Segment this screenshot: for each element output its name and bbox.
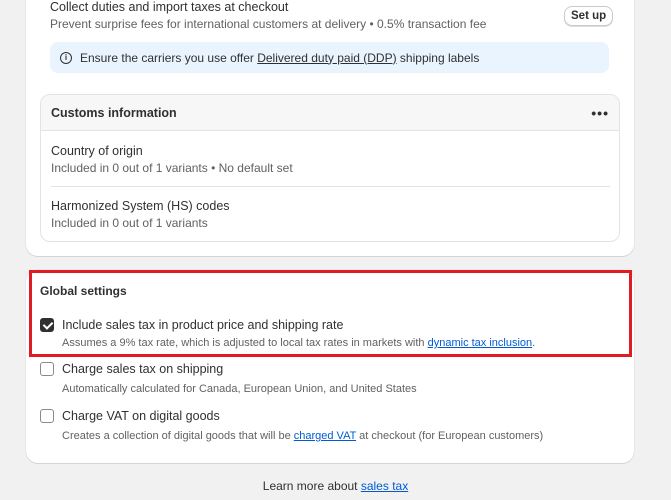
customs-information-card: Customs information ••• Country of origi… <box>40 94 620 242</box>
footer-text: Learn more about <box>262 479 361 493</box>
more-horizontal-icon[interactable]: ••• <box>591 106 609 120</box>
duties-description: Prevent surprise fees for international … <box>50 17 487 31</box>
country-of-origin-title[interactable]: Country of origin <box>51 144 143 158</box>
divider <box>51 186 610 187</box>
include-sales-tax-checkbox[interactable] <box>40 318 54 332</box>
charge-vat-digital-goods-checkbox[interactable] <box>40 409 54 423</box>
include-sales-tax-label[interactable]: Include sales tax in product price and s… <box>62 318 343 332</box>
duties-title: Collect duties and import taxes at check… <box>50 0 289 14</box>
include-sales-tax-help: Assumes a 9% tax rate, which is adjusted… <box>62 337 535 349</box>
ddp-info-banner: i Ensure the carriers you use offer Deli… <box>50 42 609 73</box>
charge-tax-on-shipping-checkbox[interactable] <box>40 362 54 376</box>
banner-text-suffix: shipping labels <box>396 50 480 65</box>
sales-tax-link[interactable]: sales tax <box>361 479 408 493</box>
global-settings-title: Global settings <box>40 284 127 298</box>
setup-button[interactable]: Set up <box>564 6 614 26</box>
learn-more-footer: Learn more about sales tax <box>0 479 671 493</box>
help-text-suffix: . <box>532 337 536 349</box>
banner-text: Ensure the carriers you use offer Delive… <box>80 51 479 65</box>
customs-header: Customs information ••• <box>41 95 619 131</box>
dynamic-tax-inclusion-link[interactable]: dynamic tax inclusion <box>428 337 533 349</box>
ddp-link[interactable]: Delivered duty paid (DDP) <box>257 51 396 65</box>
help-text: Assumes a 9% tax rate, which is adjusted… <box>62 337 428 349</box>
country-of-origin-subtitle: Included in 0 out of 1 variants • No def… <box>51 161 293 175</box>
charge-vat-digital-goods-help: Creates a collection of digital goods th… <box>62 430 543 442</box>
help-text-suffix: at checkout (for European customers) <box>356 430 544 442</box>
hs-codes-title[interactable]: Harmonized System (HS) codes <box>51 199 230 213</box>
charge-tax-on-shipping-label[interactable]: Charge sales tax on shipping <box>62 362 223 376</box>
info-icon: i <box>60 51 72 64</box>
charge-tax-on-shipping-help: Automatically calculated for Canada, Eur… <box>62 383 417 395</box>
charged-vat-link[interactable]: charged VAT <box>294 430 356 442</box>
banner-text-prefix: Ensure the carriers you use offer <box>80 50 258 65</box>
charge-vat-digital-goods-label[interactable]: Charge VAT on digital goods <box>62 409 220 423</box>
customs-title: Customs information <box>51 105 177 120</box>
hs-codes-subtitle: Included in 0 out of 1 variants <box>51 216 208 230</box>
help-text: Creates a collection of digital goods th… <box>62 430 294 442</box>
